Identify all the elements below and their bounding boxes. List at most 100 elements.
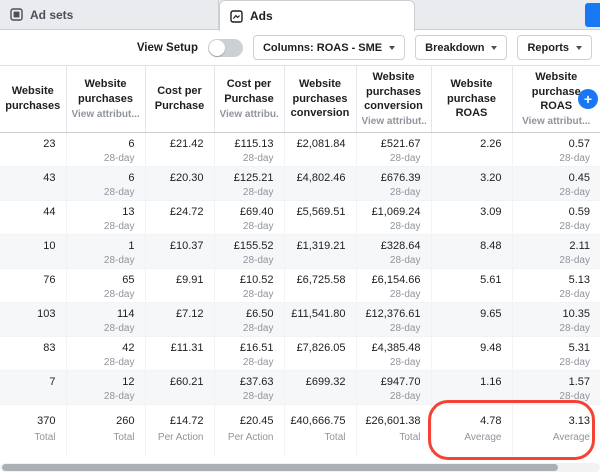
cell: 9.65 [431,302,512,336]
cell: 1228-day [66,370,145,404]
columns-button-label: Columns: ROAS - SME [263,42,382,54]
tab-ad-sets[interactable]: Ad sets [0,0,219,29]
cell: £1,069.2428-day [356,200,431,234]
tab-ads[interactable]: Ads [219,0,415,31]
cell: £4,802.46 [284,166,356,200]
cell: £699.32 [284,370,356,404]
cell: 8.48 [431,234,512,268]
column-header-4[interactable]: Cost per PurchaseView attribu... [214,66,284,132]
cell: 0.4528-day [512,166,600,200]
total-cell: £26,601.38Total [356,404,431,456]
total-cell: £20.45Per Action [214,404,284,456]
chevron-down-icon [576,46,582,50]
cell: £328.6428-day [356,234,431,268]
table-row[interactable]: 10311428-day£7.12£6.5028-day£11,541.80£1… [0,302,600,336]
cell: £947.7028-day [356,370,431,404]
cell: £4,385.4828-day [356,336,431,370]
cell: 5.1328-day [512,268,600,302]
cell: 6528-day [66,268,145,302]
column-header-7[interactable]: Website purchase ROAS [431,66,512,132]
cell: 1.16 [431,370,512,404]
cell: 11428-day [66,302,145,336]
reports-button[interactable]: Reports [517,35,592,60]
cell: 23 [0,132,66,166]
cell: 83 [0,336,66,370]
cell: 128-day [66,234,145,268]
horizontal-scrollbar[interactable] [0,463,600,472]
cell: £115.1328-day [214,132,284,166]
cell: 103 [0,302,66,336]
cell: 2.26 [431,132,512,166]
add-column-button[interactable]: + [578,89,598,109]
cell: £16.5128-day [214,336,284,370]
cell: 3.20 [431,166,512,200]
cell: £1,319.21 [284,234,356,268]
ad-sets-icon [10,8,23,21]
column-header-6[interactable]: Website purchases conversionView attribu… [356,66,431,132]
total-cell: £14.72Per Action [145,404,214,456]
cell: 4228-day [66,336,145,370]
total-cell: 370Total [0,404,66,456]
toolbar: View Setup Columns: ROAS - SME Breakdown… [0,30,600,66]
cell: 1.5728-day [512,370,600,404]
cell: 2.1128-day [512,234,600,268]
cell: 44 [0,200,66,234]
metrics-table-grid: Website purchasesWebsite purchasesView a… [0,66,600,456]
cell: 628-day [66,132,145,166]
table-header-row: Website purchasesWebsite purchasesView a… [0,66,600,132]
breakdown-button-label: Breakdown [425,42,484,54]
cell: £11,541.80 [284,302,356,336]
reports-button-label: Reports [527,42,569,54]
table-row[interactable]: 766528-day£9.91£10.5228-day£6,725.58£6,1… [0,268,600,302]
tab-bar: Ad sets Ads [0,0,600,30]
cell: £7.12 [145,302,214,336]
cell: £2,081.84 [284,132,356,166]
toggle-knob [209,40,225,56]
cell: 7 [0,370,66,404]
table-row[interactable]: 834228-day£11.31£16.5128-day£7,826.05£4,… [0,336,600,370]
cell: £24.72 [145,200,214,234]
cell: £5,569.51 [284,200,356,234]
view-setup-label: View Setup [137,42,198,54]
column-header-3[interactable]: Cost per Purchase [145,66,214,132]
ads-manager-screen: Ad sets Ads View Setup Columns: ROAS - S… [0,0,600,476]
cell: £21.42 [145,132,214,166]
create-button-stub[interactable] [585,3,600,27]
columns-button[interactable]: Columns: ROAS - SME [253,35,405,60]
column-header-1[interactable]: Website purchases [0,66,66,132]
scrollbar-thumb[interactable] [2,464,558,471]
table-row[interactable]: 43628-day£20.30£125.2128-day£4,802.46£67… [0,166,600,200]
cell: £69.4028-day [214,200,284,234]
cell: 10 [0,234,66,268]
table-row[interactable]: 441328-day£24.72£69.4028-day£5,569.51£1,… [0,200,600,234]
table-row[interactable]: 23628-day£21.42£115.1328-day£2,081.84£52… [0,132,600,166]
table-row[interactable]: 10128-day£10.37£155.5228-day£1,319.21£32… [0,234,600,268]
cell: £10.5228-day [214,268,284,302]
cell: 76 [0,268,66,302]
cell: £521.6728-day [356,132,431,166]
cell: 3.09 [431,200,512,234]
cell: 5.61 [431,268,512,302]
table-row[interactable]: 71228-day£60.21£37.6328-day£699.32£947.7… [0,370,600,404]
cell: £6.5028-day [214,302,284,336]
cell: 628-day [66,166,145,200]
ads-icon [230,10,243,23]
metrics-table: Website purchasesWebsite purchasesView a… [0,66,600,456]
cell: £60.21 [145,370,214,404]
chevron-down-icon [491,46,497,50]
cell: £37.6328-day [214,370,284,404]
cell: £11.31 [145,336,214,370]
column-header-2[interactable]: Website purchasesView attribut... [66,66,145,132]
cell: 1328-day [66,200,145,234]
cell: £6,725.58 [284,268,356,302]
cell: £12,376.6128-day [356,302,431,336]
breakdown-button[interactable]: Breakdown [415,35,507,60]
view-setup-toggle[interactable] [208,39,243,57]
cell: 43 [0,166,66,200]
cell: £155.5228-day [214,234,284,268]
total-row: 370Total260Total£14.72Per Action£20.45Pe… [0,404,600,456]
cell: £10.37 [145,234,214,268]
plus-icon: + [584,91,592,107]
total-cell: 260Total [66,404,145,456]
column-header-5[interactable]: Website purchases conversion [284,66,356,132]
